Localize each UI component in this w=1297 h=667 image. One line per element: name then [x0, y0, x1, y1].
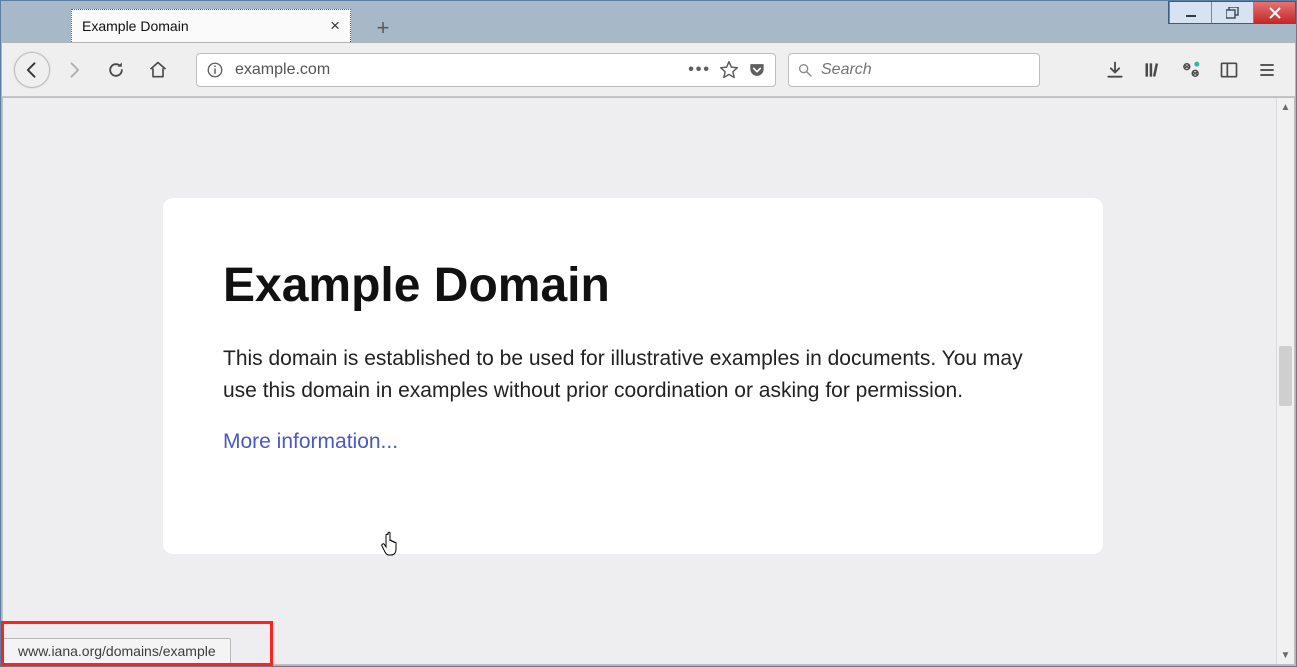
screenshot-icon[interactable]: [1175, 52, 1207, 88]
close-button[interactable]: [1253, 2, 1295, 23]
content-viewport: Example Domain This domain is establishe…: [2, 97, 1295, 665]
url-input[interactable]: [233, 60, 680, 80]
menu-button[interactable]: [1251, 52, 1283, 88]
more-information-link[interactable]: More information...: [223, 430, 398, 453]
home-button[interactable]: [140, 52, 176, 88]
vertical-scrollbar[interactable]: ▲ ▼: [1276, 98, 1294, 664]
page-body-text: This domain is established to be used fo…: [223, 343, 1043, 406]
tab-close-icon[interactable]: ×: [330, 16, 340, 36]
pocket-icon[interactable]: [747, 60, 767, 80]
highlight-annotation: [1, 621, 273, 666]
scroll-thumb[interactable]: [1279, 346, 1292, 406]
scroll-up-button[interactable]: ▲: [1277, 98, 1294, 116]
address-bar[interactable]: •••: [196, 53, 776, 87]
new-tab-button[interactable]: +: [369, 14, 397, 42]
site-info-icon[interactable]: [205, 61, 225, 79]
sidebar-icon[interactable]: [1213, 52, 1245, 88]
page-content: Example Domain This domain is establishe…: [163, 198, 1103, 554]
downloads-icon[interactable]: [1099, 52, 1131, 88]
back-button[interactable]: [14, 52, 50, 88]
library-icon[interactable]: [1137, 52, 1169, 88]
page-actions-icon[interactable]: •••: [688, 61, 711, 79]
forward-button[interactable]: [56, 52, 92, 88]
restore-button[interactable]: [1211, 2, 1253, 23]
search-input[interactable]: [819, 60, 1031, 80]
scroll-down-button[interactable]: ▼: [1277, 646, 1294, 664]
scroll-track[interactable]: [1277, 116, 1294, 646]
reload-button[interactable]: [98, 52, 134, 88]
search-bar[interactable]: [788, 53, 1040, 87]
minimize-button[interactable]: [1169, 2, 1211, 23]
tab-title: Example Domain: [82, 18, 189, 34]
search-icon: [797, 62, 813, 78]
navigation-toolbar: •••: [2, 42, 1295, 97]
browser-tab[interactable]: Example Domain ×: [71, 9, 351, 42]
bookmark-star-icon[interactable]: [719, 60, 739, 80]
window-caption-buttons: [1168, 1, 1296, 24]
tab-strip: Example Domain × +: [71, 4, 397, 42]
page-heading: Example Domain: [223, 258, 1043, 313]
